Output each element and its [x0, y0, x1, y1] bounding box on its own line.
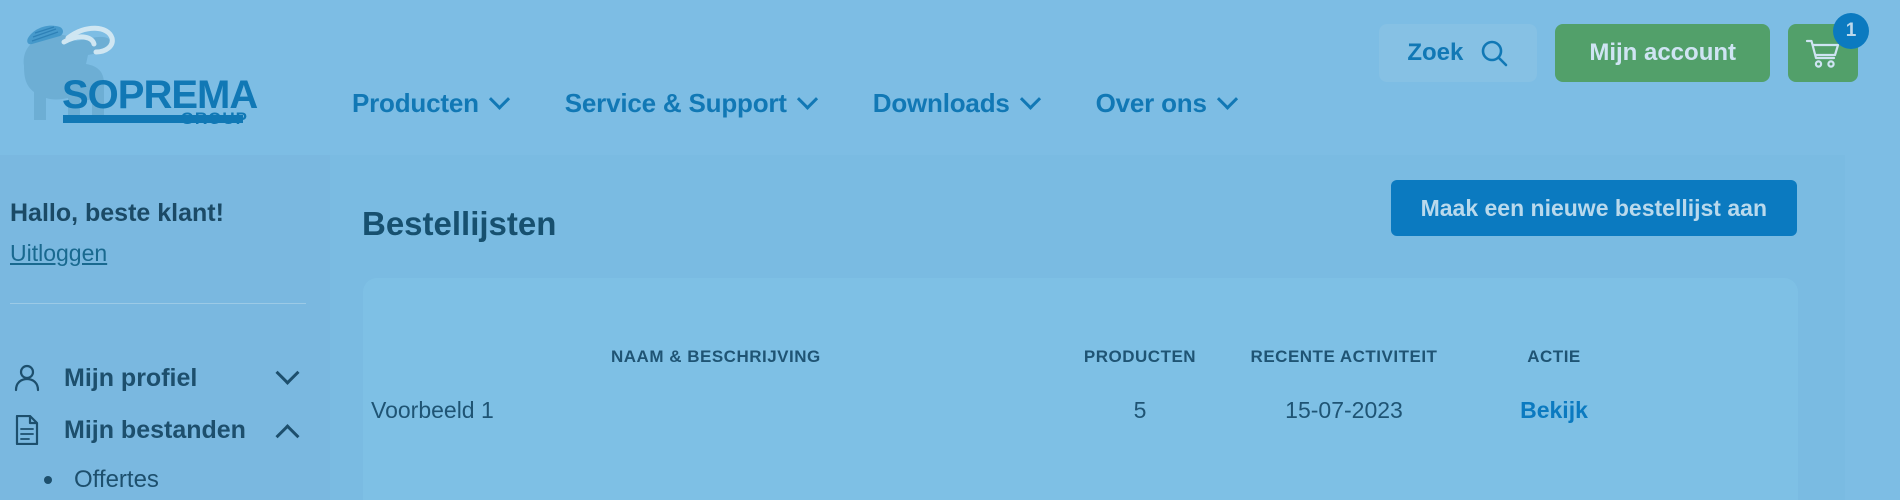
chevron-down-icon — [488, 88, 510, 110]
nav-item-producten[interactable]: Producten — [352, 88, 510, 119]
greeting-text: Hallo, beste klant! — [10, 199, 224, 227]
user-icon — [10, 364, 44, 392]
sidebar-item-label: Mijn profiel — [64, 363, 198, 392]
chevron-up-icon — [275, 423, 300, 448]
nav-item-over-ons[interactable]: Over ons — [1095, 88, 1238, 119]
cell-name: Voorbeeld 1 — [371, 396, 494, 423]
chevron-down-icon — [1019, 88, 1041, 110]
page-root: SOPREMA GROUP Producten Service & Suppor… — [0, 0, 1900, 500]
nav-item-label: Producten — [352, 88, 479, 118]
nav-item-label: Downloads — [872, 88, 1010, 118]
table-row[interactable]: Voorbeeld 1 5 15-07-2023 Bekijk — [363, 380, 1798, 440]
bullet-icon — [44, 476, 52, 484]
sidebar-item-mijn-profiel[interactable]: Mijn profiel — [10, 352, 320, 404]
site-header: SOPREMA GROUP Producten Service & Suppor… — [0, 0, 1900, 155]
soprema-logo[interactable]: SOPREMA GROUP — [8, 8, 288, 128]
nav-item-label: Over ons — [1095, 88, 1207, 118]
order-lists-card: NAAM & BESCHRIJVING PRODUCTEN RECENTE AC… — [363, 278, 1798, 500]
sidebar-subitem-label: Offertes — [74, 466, 159, 493]
chevron-down-icon — [1216, 88, 1238, 110]
column-header-producten: PRODUCTEN — [1083, 347, 1197, 366]
my-account-label: Mijn account — [1589, 39, 1736, 66]
primary-navigation: Producten Service & Support Downloads Ov… — [352, 88, 1238, 119]
column-header-actie: ACTIE — [1527, 347, 1581, 366]
main-content: Bestellijsten Maak een nieuwe bestellijs… — [330, 155, 1845, 500]
cart-button[interactable]: 1 — [1788, 13, 1869, 82]
sidebar-submenu: Offertes — [10, 466, 320, 494]
table-header-row: NAAM & BESCHRIJVING PRODUCTEN RECENTE AC… — [363, 334, 1798, 380]
chevron-down-icon — [796, 88, 818, 110]
create-new-order-list-label: Maak een nieuwe bestellijst aan — [1420, 194, 1767, 221]
cell-action: Bekijk — [1459, 397, 1649, 424]
document-icon — [10, 415, 44, 445]
sidebar-menu: Mijn profiel Mijn bestanden Offertes — [10, 352, 320, 494]
nav-item-service-support[interactable]: Service & Support — [564, 88, 818, 119]
page-body: Hallo, beste klant! Uitloggen Mijn profi… — [0, 155, 1900, 500]
search-button[interactable]: Zoek — [1379, 24, 1538, 82]
cell-products: 5 — [1133, 396, 1147, 423]
header-actions: Zoek Mijn account 1 — [1379, 13, 1869, 82]
svg-text:GROUP: GROUP — [181, 109, 248, 128]
account-sidebar: Hallo, beste klant! Uitloggen Mijn profi… — [0, 155, 330, 500]
column-header-recente-activiteit: RECENTE ACTIVITEIT — [1250, 347, 1438, 366]
search-button-label: Zoek — [1407, 39, 1464, 66]
view-link[interactable]: Bekijk — [1520, 397, 1588, 423]
sidebar-item-label: Mijn bestanden — [64, 415, 246, 444]
mammoth-logo: SOPREMA GROUP — [23, 25, 258, 128]
search-icon — [1482, 40, 1508, 67]
chevron-down-icon — [275, 360, 300, 385]
cell-activity: 15-07-2023 — [1285, 396, 1403, 423]
cart-count-badge: 1 — [1833, 13, 1869, 49]
column-header-naam-beschrijving: NAAM & BESCHRIJVING — [611, 347, 821, 366]
sidebar-item-mijn-bestanden[interactable]: Mijn bestanden — [10, 404, 320, 456]
shopping-cart-icon — [1805, 39, 1840, 68]
nav-item-downloads[interactable]: Downloads — [872, 88, 1041, 119]
create-new-order-list-button[interactable]: Maak een nieuwe bestellijst aan — [1390, 180, 1797, 236]
logout-link[interactable]: Uitloggen — [10, 240, 107, 267]
right-gutter — [1845, 155, 1900, 500]
nav-item-label: Service & Support — [564, 88, 787, 118]
my-account-button[interactable]: Mijn account — [1555, 24, 1770, 82]
sidebar-divider — [10, 303, 306, 304]
sidebar-subitem-offertes[interactable]: Offertes — [44, 466, 320, 494]
page-title: Bestellijsten — [362, 205, 557, 242]
